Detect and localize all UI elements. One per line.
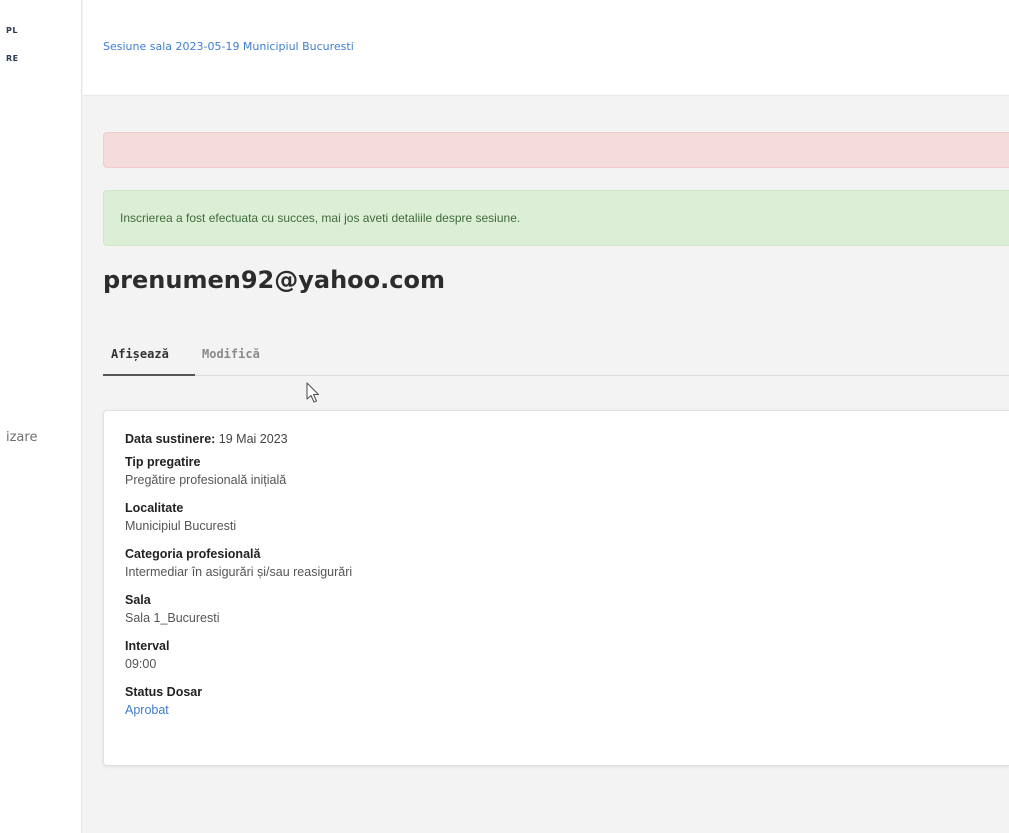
interval-value: 09:00 xyxy=(125,657,157,671)
page-title: prenumen92@yahoo.com xyxy=(103,266,445,294)
data-sustinere-label: Data sustinere: xyxy=(125,432,216,446)
top-bar: Sesiune sala 2023-05-19 Municipiul Bucur… xyxy=(83,0,1009,96)
tab-afiseaza[interactable]: Afișează xyxy=(103,336,195,376)
sala-label: Sala xyxy=(125,593,151,607)
categoria-label: Categoria profesională xyxy=(125,547,261,561)
tip-pregatire-field: Tip pregatire Pregătire profesională ini… xyxy=(125,453,352,497)
logo-line-2: RE xyxy=(6,54,19,63)
localitate-field: Localitate Municipiul Bucuresti xyxy=(125,499,352,543)
mouse-pointer-icon xyxy=(306,382,320,403)
breadcrumb-session-link[interactable]: Sesiune sala 2023-05-19 Municipiul Bucur… xyxy=(103,40,354,53)
sidebar-item-programare[interactable]: izare xyxy=(0,426,82,450)
details-list: Data sustinere: 19 Mai 2023 Tip pregatir… xyxy=(125,429,352,727)
error-alert xyxy=(103,132,1009,168)
sala-field: Sala Sala 1_Bucuresti xyxy=(125,591,352,635)
localitate-label: Localitate xyxy=(125,501,184,515)
logo-line-1: PL xyxy=(6,26,18,35)
status-dosar-label: Status Dosar xyxy=(125,685,203,699)
status-dosar-link[interactable]: Aprobat xyxy=(125,701,352,719)
success-alert: Inscrierea a fost efectuata cu succes, m… xyxy=(103,190,1009,246)
data-sustinere-row: Data sustinere: 19 Mai 2023 xyxy=(125,429,352,451)
sala-value: Sala 1_Bucuresti xyxy=(125,611,220,625)
localitate-value: Municipiul Bucuresti xyxy=(125,519,237,533)
tip-pregatire-value: Pregătire profesională inițială xyxy=(125,473,287,487)
session-details-card: Data sustinere: 19 Mai 2023 Tip pregatir… xyxy=(103,410,1009,766)
categoria-field: Categoria profesională Intermediar în as… xyxy=(125,545,352,589)
sidebar-item-label: izare xyxy=(6,430,38,445)
interval-label: Interval xyxy=(125,639,170,653)
tab-bar: Afișează Modifică xyxy=(103,336,1009,376)
sidebar: PL RE izare xyxy=(0,0,82,833)
categoria-value: Intermediar în asigurări și/sau reasigur… xyxy=(125,565,353,579)
tab-modifica[interactable]: Modifică xyxy=(202,336,260,376)
status-dosar-field: Status Dosar Aprobat xyxy=(125,683,352,727)
interval-field: Interval 09:00 xyxy=(125,637,352,681)
data-sustinere-value: 19 Mai 2023 xyxy=(218,432,288,446)
tip-pregatire-label: Tip pregatire xyxy=(125,455,201,469)
